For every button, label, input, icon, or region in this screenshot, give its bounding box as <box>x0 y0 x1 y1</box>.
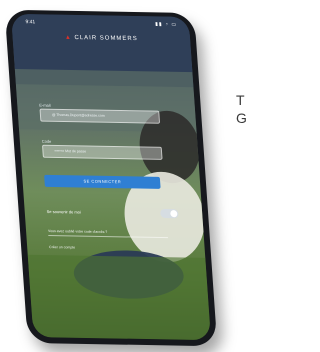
toggle-knob <box>170 210 178 218</box>
email-label: E-mail <box>39 102 51 108</box>
status-time: 9:41 <box>25 19 36 26</box>
signup-link[interactable]: Créer un compte <box>49 245 75 249</box>
password-label: Code <box>41 138 52 144</box>
side-caption: T G <box>236 92 247 126</box>
product-mockup-stage: 9:41 ▮▮ ◔ ▭ ▲ CLAIR SOMMERS E-mail @ Tho… <box>0 0 249 352</box>
logo-mark-icon: ▲ <box>64 34 73 41</box>
phone-screen: 9:41 ▮▮ ◔ ▭ ▲ CLAIR SOMMERS E-mail @ Tho… <box>10 13 212 341</box>
remember-me-label: Se souvenir de moi <box>46 208 81 215</box>
brand-name: CLAIR SOMMERS <box>74 35 138 43</box>
signin-button[interactable]: SE CONNECTER <box>44 174 161 189</box>
email-field[interactable]: @ Thomas.Dupont@adresse.com <box>39 108 161 124</box>
password-placeholder: •••••••• Mot de passe <box>54 148 87 154</box>
password-field[interactable]: •••••••• Mot de passe <box>42 144 163 160</box>
email-placeholder: @ Thomas.Dupont@adresse.com <box>51 112 105 118</box>
signal-battery-icon: ▮▮ ◔ ▭ <box>154 21 178 28</box>
remember-me-toggle[interactable] <box>160 208 179 219</box>
